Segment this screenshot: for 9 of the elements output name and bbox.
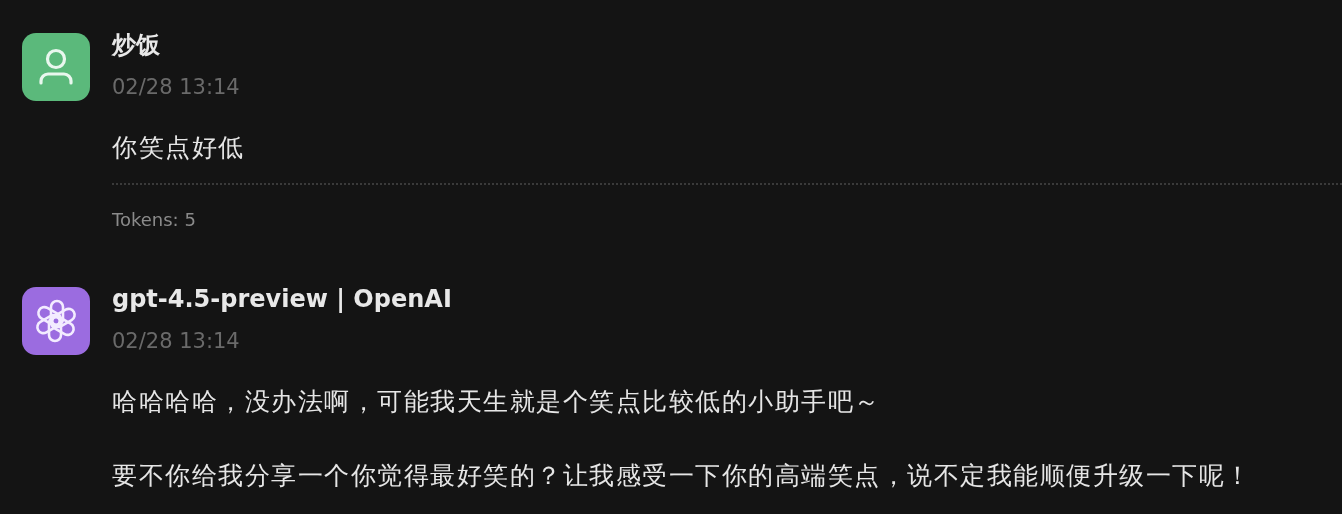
- message-time: 02/28 13:14: [112, 74, 241, 100]
- token-count: Tokens: 5: [112, 209, 197, 231]
- message-text: 要不你给我分享一个你觉得最好笑的？让我感受一下你的高端笑点，说不定我能顺便升级一下呢！: [112, 461, 1253, 491]
- author-name: 炒饭: [112, 31, 161, 59]
- message-time: 02/28 13:14: [112, 328, 241, 354]
- user-icon: [38, 48, 74, 86]
- message-text: 你笑点好低: [112, 133, 246, 163]
- message-text: 哈哈哈哈，没办法啊，可能我天生就是个笑点比较低的小助手吧～: [112, 387, 882, 417]
- author-name: gpt-4.5-preview | OpenAI: [112, 285, 453, 313]
